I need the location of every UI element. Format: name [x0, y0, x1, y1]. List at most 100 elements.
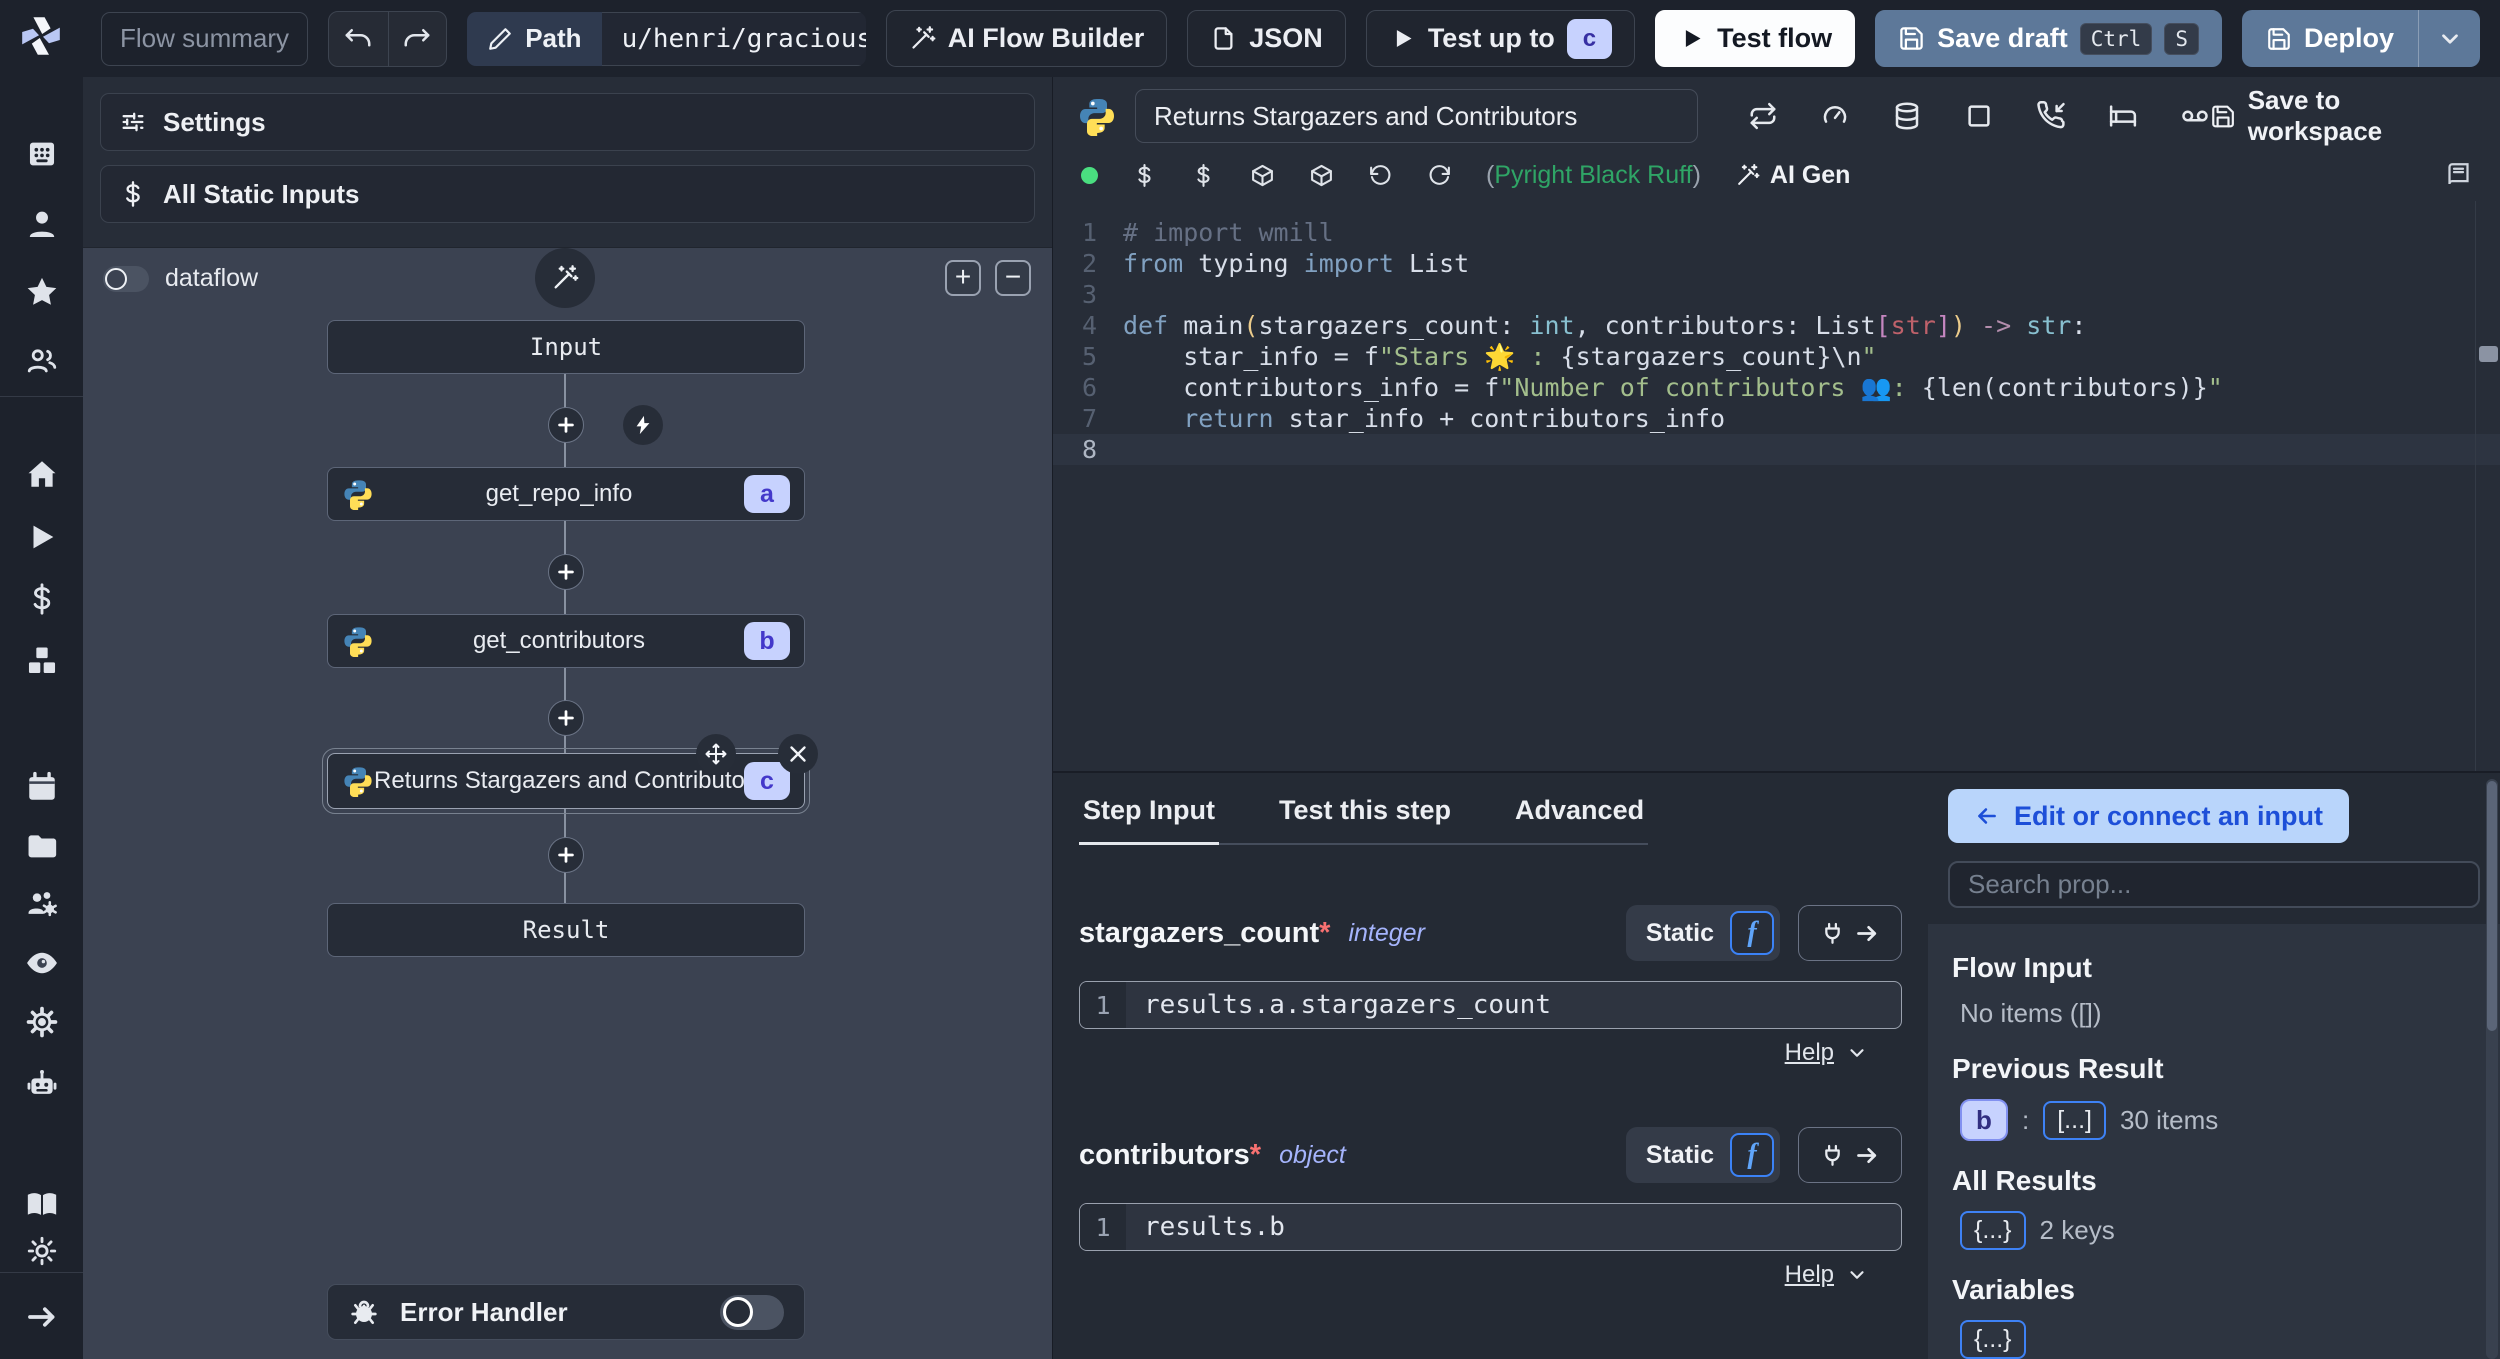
- rail-home-icon[interactable]: [23, 455, 60, 492]
- expand-value-chip[interactable]: [...]: [2043, 1100, 2106, 1140]
- rail-calendar-icon[interactable]: [23, 768, 60, 805]
- input-node[interactable]: Input: [327, 320, 805, 374]
- search-prop-input[interactable]: Search prop...: [1948, 861, 2480, 908]
- code-line-3[interactable]: 3: [1053, 279, 2500, 310]
- rail-sun-icon[interactable]: [23, 1232, 60, 1269]
- code-line-7[interactable]: 7 return star_info + contributors_info: [1053, 403, 2500, 434]
- package-icon[interactable]: [1250, 163, 1275, 188]
- all-static-inputs-button[interactable]: All Static Inputs: [100, 165, 1035, 223]
- redo-button[interactable]: [387, 11, 447, 66]
- code-line-6[interactable]: 6 contributors_info = f"Number of contri…: [1053, 372, 2500, 403]
- expression-input-contributors[interactable]: 1 results.b: [1079, 1203, 1902, 1251]
- rail-app-grid-icon[interactable]: [23, 135, 60, 172]
- zoom-out-button[interactable]: −: [995, 260, 1031, 296]
- flow-summary-input[interactable]: Flow summary: [101, 11, 309, 66]
- rail-users-icon[interactable]: [23, 342, 60, 379]
- tab-test-this-step[interactable]: Test this step: [1275, 789, 1455, 843]
- code-assistants[interactable]: (Pyright Black Ruff): [1486, 161, 1701, 190]
- path-control[interactable]: Path u/henri/gracious_flow: [467, 11, 866, 66]
- package-icon[interactable]: [1309, 163, 1334, 188]
- rail-robot-icon[interactable]: [23, 1065, 60, 1102]
- rail-eye-icon[interactable]: [23, 944, 60, 981]
- trigger-bolt-button[interactable]: [623, 405, 663, 445]
- flow-step-node-b[interactable]: get_contributors b: [327, 614, 805, 668]
- delete-step-button[interactable]: [778, 734, 818, 774]
- bed-icon[interactable]: [2108, 101, 2138, 131]
- add-step-button[interactable]: [548, 554, 584, 590]
- test-up-to-button[interactable]: Test up to c: [1365, 10, 1636, 67]
- code-line-4[interactable]: 4 def main(stargazers_count: int, contrib…: [1053, 310, 2500, 341]
- error-handler-toggle[interactable]: [720, 1294, 784, 1330]
- rail-dollar-icon[interactable]: [23, 580, 60, 617]
- save-draft-button[interactable]: Save draft Ctrl S: [1875, 10, 2222, 67]
- gauge-icon[interactable]: [1820, 101, 1850, 131]
- rail-folder-icon[interactable]: [23, 827, 60, 864]
- flow-step-node-a[interactable]: get_repo_info a: [327, 467, 805, 521]
- rail-users-gear-icon[interactable]: [23, 885, 60, 922]
- props-scrollbar[interactable]: [2486, 779, 2498, 1359]
- test-flow-button[interactable]: Test flow: [1655, 10, 1856, 67]
- add-step-button[interactable]: [548, 700, 584, 736]
- save-to-workspace-button[interactable]: Save to workspace: [2210, 85, 2474, 147]
- dollar-icon[interactable]: [1132, 163, 1157, 188]
- add-step-button[interactable]: [548, 837, 584, 873]
- rail-book-open-icon[interactable]: [23, 1185, 60, 1222]
- expand-value-chip[interactable]: {...}: [1960, 1320, 2026, 1359]
- help-link[interactable]: Help: [1785, 1261, 1834, 1289]
- json-button[interactable]: JSON: [1187, 10, 1346, 67]
- connect-input-button[interactable]: [1798, 905, 1902, 961]
- rail-gear-icon[interactable]: [23, 1003, 60, 1040]
- graph-ai-wand-button[interactable]: [535, 248, 595, 308]
- tab-advanced[interactable]: Advanced: [1511, 789, 1648, 843]
- code-line-2[interactable]: 2 from typing import List: [1053, 248, 2500, 279]
- rail-play-icon[interactable]: [23, 518, 60, 555]
- help-link[interactable]: Help: [1785, 1039, 1834, 1067]
- error-handler-node[interactable]: Error Handler: [327, 1284, 805, 1340]
- ai-gen-button[interactable]: AI Gen: [1735, 161, 1850, 190]
- prev-step-badge[interactable]: b: [1960, 1099, 2008, 1141]
- chevron-down-icon[interactable]: [1846, 1264, 1868, 1286]
- expand-value-chip[interactable]: {...}: [1960, 1211, 2026, 1250]
- rail-user-icon[interactable]: [23, 205, 60, 242]
- repeat-icon[interactable]: [1748, 101, 1778, 131]
- square-icon[interactable]: [1964, 101, 1994, 131]
- input-mode-toggle[interactable]: Static f: [1625, 905, 1780, 961]
- input-mode-toggle[interactable]: Static f: [1625, 1127, 1780, 1183]
- expression-input-stargazers_count[interactable]: 1 results.a.stargazers_count: [1079, 981, 1902, 1029]
- windmill-logo[interactable]: [17, 12, 65, 60]
- database-icon[interactable]: [1892, 101, 1922, 131]
- rail-star-icon[interactable]: [23, 273, 60, 310]
- rail-arrow-right-icon[interactable]: [23, 1298, 60, 1335]
- editor-scrollbar-thumb[interactable]: [2479, 346, 2498, 362]
- rotate-ccw-icon[interactable]: [1368, 163, 1393, 188]
- code-line-1[interactable]: 1 # import wmill: [1053, 217, 2500, 248]
- chevron-down-icon[interactable]: [1846, 1042, 1868, 1064]
- result-node[interactable]: Result: [327, 903, 805, 957]
- javascript-expression-icon[interactable]: f: [1730, 911, 1774, 955]
- docs-book-icon[interactable]: [2445, 162, 2472, 189]
- deploy-button[interactable]: Deploy: [2242, 10, 2418, 67]
- connect-input-button[interactable]: [1798, 1127, 1902, 1183]
- flow-settings-button[interactable]: Settings: [100, 93, 1035, 151]
- dollar-icon[interactable]: [1191, 163, 1216, 188]
- voicemail-icon[interactable]: [2180, 101, 2210, 131]
- undo-button[interactable]: [329, 12, 387, 66]
- add-step-button[interactable]: [548, 407, 584, 443]
- code-line-8[interactable]: 8: [1053, 434, 2500, 465]
- flow-step-node-c[interactable]: Returns Stargazers and Contributors c: [322, 734, 818, 814]
- refresh-cw-icon[interactable]: [1427, 163, 1452, 188]
- edit-or-connect-button[interactable]: Edit or connect an input: [1948, 789, 2349, 844]
- javascript-expression-icon[interactable]: f: [1730, 1133, 1774, 1177]
- rail-cubes-icon[interactable]: [23, 642, 60, 679]
- dataflow-toggle[interactable]: [103, 265, 149, 292]
- code-editor[interactable]: 1 # import wmill 2 from typing import List 3…: [1053, 201, 2500, 771]
- props-scrollbar-thumb[interactable]: [2487, 781, 2497, 1031]
- step-title-input[interactable]: Returns Stargazers and Contributors: [1135, 89, 1698, 143]
- code-line-5[interactable]: 5 star_info = f"Stars 🌟 : {stargazers_co…: [1053, 341, 2500, 372]
- ai-flow-builder-button[interactable]: AI Flow Builder: [885, 10, 1168, 67]
- phone-incoming-icon[interactable]: [2036, 101, 2066, 131]
- move-step-handle[interactable]: [696, 734, 736, 774]
- zoom-in-button[interactable]: +: [945, 260, 981, 296]
- path-value[interactable]: u/henri/gracious_flow: [601, 11, 866, 66]
- tab-step-input[interactable]: Step Input: [1079, 789, 1219, 845]
